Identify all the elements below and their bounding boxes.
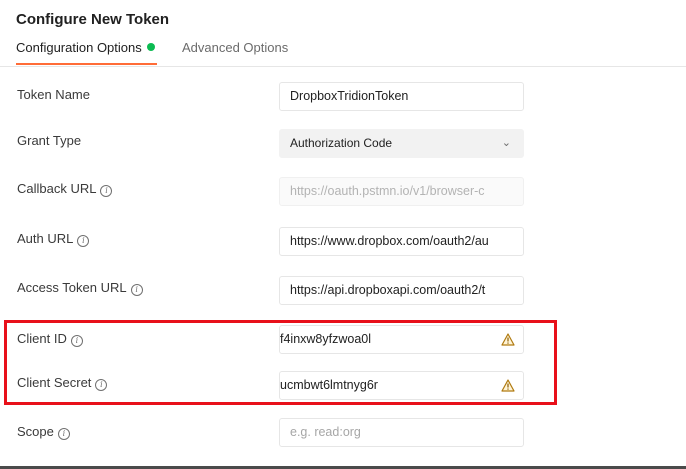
page-title: Configure New Token	[16, 11, 170, 28]
access-token-url-label-text: Access Token URL	[17, 280, 127, 295]
info-icon[interactable]: i	[57, 428, 70, 440]
info-icon[interactable]: i	[100, 185, 113, 197]
token-name-field[interactable]: DropboxTridionToken	[279, 82, 524, 111]
grant-type-value: Authorization Code	[290, 136, 393, 150]
scope-placeholder: e.g. read:org	[290, 425, 361, 439]
tab-divider	[0, 66, 686, 67]
status-dot-icon	[146, 43, 155, 51]
callback-url-value: https://oauth.pstmn.io/v1/browser-c	[290, 184, 485, 198]
auth-url-label-text: Auth URL	[17, 231, 74, 246]
token-name-label-text: Token Name	[17, 87, 90, 102]
auth-url-field[interactable]: https://www.dropbox.com/oauth2/au	[279, 227, 524, 256]
callback-url-label: Callback URL i	[17, 181, 113, 197]
scope-field[interactable]: e.g. read:org	[279, 418, 524, 447]
scope-label: Scope i	[17, 424, 70, 440]
tab-configuration-options[interactable]: Configuration Options	[16, 40, 155, 55]
tab-label: Configuration Options	[16, 40, 142, 55]
chevron-down-icon: ⌄	[501, 137, 511, 149]
access-token-url-field[interactable]: https://api.dropboxapi.com/oauth2/t	[279, 276, 524, 305]
access-token-url-value: https://api.dropboxapi.com/oauth2/t	[290, 283, 486, 297]
access-token-url-label: Access Token URL i	[17, 280, 143, 296]
grant-type-select[interactable]: Authorization Code ⌄	[279, 129, 524, 158]
grant-type-label: Grant Type	[17, 133, 81, 148]
tab-advanced-options[interactable]: Advanced Options	[182, 40, 288, 55]
callback-url-label-text: Callback URL	[17, 181, 97, 196]
highlight-box	[4, 320, 557, 405]
token-name-label: Token Name	[17, 87, 90, 102]
auth-url-value: https://www.dropbox.com/oauth2/au	[290, 234, 489, 248]
info-icon[interactable]: i	[130, 284, 143, 296]
scope-label-text: Scope	[17, 424, 54, 439]
auth-url-label: Auth URL i	[17, 231, 90, 247]
active-tab-indicator	[16, 63, 157, 65]
grant-type-label-text: Grant Type	[17, 133, 82, 148]
token-name-value: DropboxTridionToken	[290, 89, 409, 103]
info-icon[interactable]: i	[77, 235, 90, 247]
callback-url-field[interactable]: https://oauth.pstmn.io/v1/browser-c	[279, 177, 524, 206]
tab-label: Advanced Options	[182, 40, 289, 55]
